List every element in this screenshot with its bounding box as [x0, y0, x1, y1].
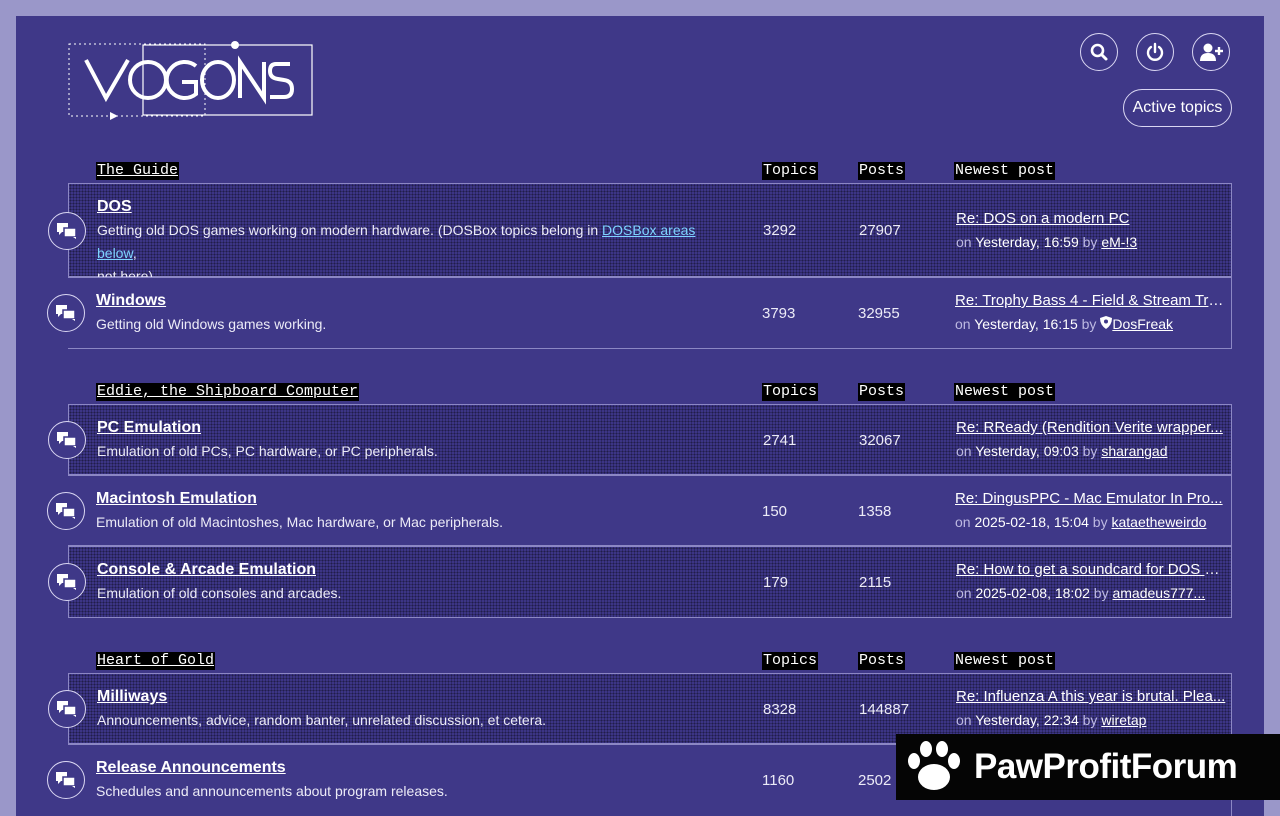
chat-bubbles-icon [56, 503, 76, 519]
forum-title-link[interactable]: Windows [96, 292, 166, 310]
category-title[interactable]: The Guide [96, 162, 180, 180]
category-header-the-guide: The Guide Topics Posts Newest post [16, 162, 1264, 182]
power-icon [1146, 42, 1164, 61]
category-header-heart-of-gold: Heart of Gold Topics Posts Newest post [16, 652, 1264, 672]
active-topics-button[interactable]: Active topics [1123, 89, 1232, 127]
forum-row-windows: Windows Getting old Windows games workin… [47, 277, 1232, 349]
forum-description: Emulation of old PCs, PC hardware, or PC… [97, 443, 438, 459]
forum-row-pc-emulation: PC Emulation Emulation of old PCs, PC ha… [48, 404, 1232, 475]
topics-column-header: Topics [762, 383, 819, 401]
author-link[interactable]: sharangad [1101, 443, 1167, 459]
posts-column-header: Posts [858, 162, 906, 180]
watermark-text: PawProfitForum [974, 747, 1238, 786]
newest-post-link[interactable]: Re: DingusPPC - Mac Emulator In Pro... [955, 490, 1225, 507]
forum-description: Getting old Windows games working. [96, 316, 327, 332]
category-title[interactable]: Eddie, the Shipboard Computer [96, 383, 360, 401]
posts-column-header: Posts [858, 652, 906, 670]
forum-title-link[interactable]: Macintosh Emulation [96, 490, 257, 508]
newest-post-meta: on Yesterday, 22:34 by wiretap [956, 712, 1147, 728]
posts-count: 27907 [859, 222, 901, 239]
chat-bubbles-icon [57, 432, 77, 448]
chat-bubbles-icon [56, 772, 76, 788]
posts-count: 1358 [858, 503, 892, 520]
topics-column-header: Topics [762, 162, 819, 180]
forum-description: Emulation of old Macintoshes, Mac hardwa… [96, 514, 503, 530]
newest-post-column-header: Newest post [954, 652, 1056, 670]
chat-bubbles-icon [56, 305, 76, 321]
newest-post-link[interactable]: Re: Influenza A this year is brutal. Ple… [956, 688, 1226, 705]
chat-bubbles-icon [57, 701, 77, 717]
newest-post-link[interactable]: Re: Trophy Bass 4 - Field & Stream Tro..… [955, 292, 1225, 309]
forum-icon [48, 690, 86, 728]
topics-count: 179 [763, 574, 789, 591]
chat-bubbles-icon [57, 574, 77, 590]
forum-description: Announcements, advice, random banter, un… [97, 712, 547, 728]
newest-post-meta: on 2025-02-18, 15:04 by kataetheweirdo [955, 514, 1207, 530]
topics-count: 8328 [763, 701, 797, 718]
newest-post-meta: on Yesterday, 09:03 by sharangad [956, 443, 1168, 459]
author-link[interactable]: kataetheweirdo [1111, 514, 1206, 530]
author-link[interactable]: DosFreak [1112, 316, 1173, 332]
author-link[interactable]: eM-!3 [1101, 234, 1137, 250]
topics-count: 3793 [762, 305, 796, 322]
watermark-banner: PawProfitForum [896, 734, 1280, 800]
topics-column-header: Topics [762, 652, 819, 670]
forum-title-link[interactable]: DOS [97, 198, 132, 216]
topics-count: 1160 [762, 772, 795, 789]
paw-icon [908, 741, 960, 790]
forum-icon [47, 492, 85, 530]
add-user-icon [1200, 43, 1223, 61]
newest-post-column-header: Newest post [954, 162, 1056, 180]
posts-count: 2502 [858, 772, 892, 789]
forum-row-macintosh-emulation: Macintosh Emulation Emulation of old Mac… [47, 475, 1232, 546]
moderator-shield-icon [1100, 316, 1113, 329]
category-header-eddie: Eddie, the Shipboard Computer Topics Pos… [16, 383, 1264, 403]
forum-row-dos: DOS Getting old DOS games working on mod… [48, 183, 1232, 284]
posts-count: 32067 [859, 432, 901, 449]
forum-row-console-arcade-emulation: Console & Arcade Emulation Emulation of … [48, 546, 1232, 618]
forum-title-link[interactable]: Release Announcements [96, 759, 286, 777]
newest-post-link[interactable]: Re: RReady (Rendition Verite wrapper... [956, 419, 1226, 436]
forum-icon [48, 563, 86, 601]
forum-title-link[interactable]: PC Emulation [97, 419, 201, 437]
newest-post-meta: on Yesterday, 16:59 by eM-!3 [956, 234, 1138, 250]
forum-icon [48, 212, 86, 250]
forum-icon [47, 761, 85, 799]
search-icon [1090, 43, 1108, 61]
forum-description: Emulation of old consoles and arcades. [97, 585, 342, 601]
newest-post-meta: on Yesterday, 16:15 by DosFreak [955, 316, 1174, 332]
newest-post-link[interactable]: Re: How to get a soundcard for DOS M... [956, 561, 1226, 578]
topics-count: 3292 [763, 222, 797, 239]
newest-post-column-header: Newest post [954, 383, 1056, 401]
vogons-logo[interactable] [68, 40, 318, 124]
chat-bubbles-icon [57, 223, 77, 239]
category-title[interactable]: Heart of Gold [96, 652, 216, 670]
author-link[interactable]: amadeus777... [1112, 585, 1205, 601]
forum-title-link[interactable]: Console & Arcade Emulation [97, 561, 316, 579]
topics-count: 150 [762, 503, 788, 520]
search-button[interactable] [1080, 33, 1118, 71]
forum-icon [47, 294, 85, 332]
author-link[interactable]: wiretap [1101, 712, 1146, 728]
posts-count: 144887 [859, 701, 910, 718]
posts-count: 32955 [858, 305, 900, 322]
forum-title-link[interactable]: Milliways [97, 688, 167, 706]
page-frame: Active topics The Guide Topics Posts New… [16, 16, 1264, 816]
posts-column-header: Posts [858, 383, 906, 401]
newest-post-link[interactable]: Re: DOS on a modern PC [956, 210, 1226, 227]
login-button[interactable] [1136, 33, 1174, 71]
posts-count: 2115 [859, 574, 892, 591]
topics-count: 2741 [763, 432, 797, 449]
register-button[interactable] [1192, 33, 1230, 71]
newest-post-meta: on 2025-02-08, 18:02 by amadeus777... [956, 585, 1206, 601]
forum-icon [48, 421, 86, 459]
